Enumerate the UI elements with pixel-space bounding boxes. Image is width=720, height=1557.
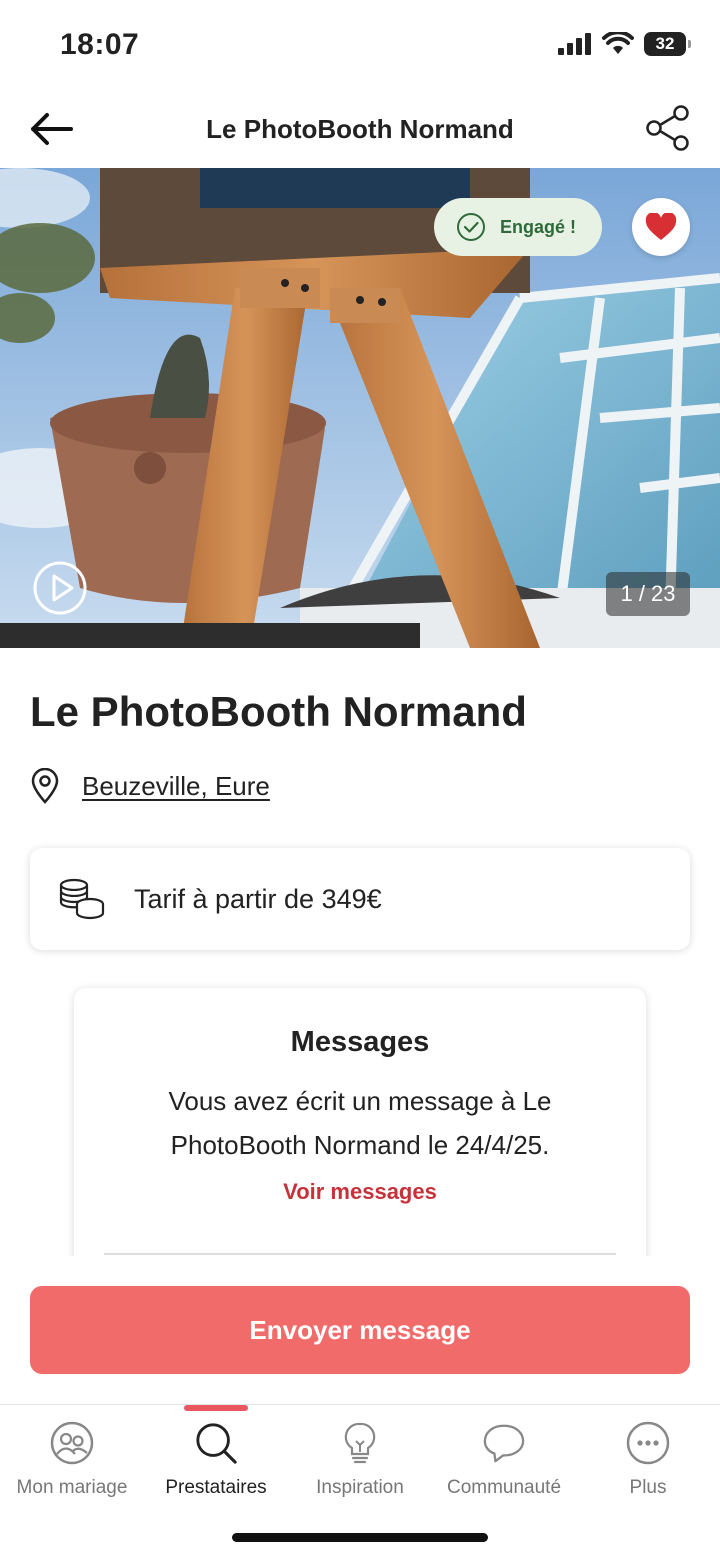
price-card: Tarif à partir de 349€ <box>30 848 690 950</box>
tab-mon-mariage[interactable]: Mon mariage <box>0 1405 144 1515</box>
status-icons: 32 <box>558 32 691 56</box>
price-text: Tarif à partir de 349€ <box>134 883 382 914</box>
map-pin-icon <box>31 768 59 804</box>
battery-icon: 32 <box>644 32 691 56</box>
messages-body: Vous avez écrit un message à Le PhotoBoo… <box>168 1086 552 1160</box>
cta-area: Envoyer message <box>0 1256 720 1404</box>
engaged-badge[interactable]: Engagé ! <box>434 198 602 256</box>
messages-title: Messages <box>290 1026 430 1058</box>
share-icon <box>646 105 689 151</box>
tab-communaute[interactable]: Communauté <box>432 1405 576 1515</box>
home-indicator[interactable] <box>232 1533 488 1542</box>
battery-level: 32 <box>655 34 675 53</box>
tab-inspiration[interactable]: Inspiration <box>288 1405 432 1515</box>
status-bar: 18:07 32 <box>0 0 720 90</box>
view-messages-link[interactable]: Voir messages <box>74 1179 646 1205</box>
location-row: Beuzeville, Eure <box>30 768 270 804</box>
wifi-icon <box>602 32 634 54</box>
send-message-button[interactable]: Envoyer message <box>30 1286 690 1374</box>
vendor-name: Le PhotoBooth Normand <box>30 688 527 735</box>
engaged-label: Engagé ! <box>500 216 577 237</box>
heart-icon <box>645 213 677 240</box>
tab-label: Mon mariage <box>16 1477 128 1498</box>
favorite-button[interactable] <box>632 198 690 256</box>
chat-bubble-icon <box>483 1424 525 1463</box>
photo-counter: 1 / 23 <box>606 572 690 616</box>
tab-label: Prestataires <box>165 1477 267 1498</box>
messages-card: Messages Vous avez écrit un message à Le… <box>74 988 646 1288</box>
coins-icon <box>59 878 105 920</box>
lightbulb-icon <box>344 1422 376 1464</box>
tab-label: Plus <box>629 1477 667 1498</box>
cellular-signal-icon <box>558 33 591 55</box>
page-title: Le PhotoBooth Normand <box>206 114 514 144</box>
share-button[interactable] <box>642 102 694 154</box>
location-link[interactable]: Beuzeville, Eure <box>82 771 270 802</box>
couple-icon <box>50 1421 94 1465</box>
more-icon <box>626 1421 670 1465</box>
divider <box>104 1253 616 1255</box>
tab-prestataires[interactable]: Prestataires <box>144 1405 288 1515</box>
check-circle-icon <box>457 213 485 241</box>
search-icon <box>196 1423 237 1464</box>
tab-label: Inspiration <box>316 1477 404 1498</box>
nav-header: Le PhotoBooth Normand <box>0 90 720 168</box>
tab-label: Communauté <box>446 1477 562 1498</box>
play-circle-icon <box>33 561 87 615</box>
play-video-button[interactable] <box>32 560 88 616</box>
tab-plus[interactable]: Plus <box>576 1405 720 1515</box>
status-time: 18:07 <box>60 28 140 61</box>
